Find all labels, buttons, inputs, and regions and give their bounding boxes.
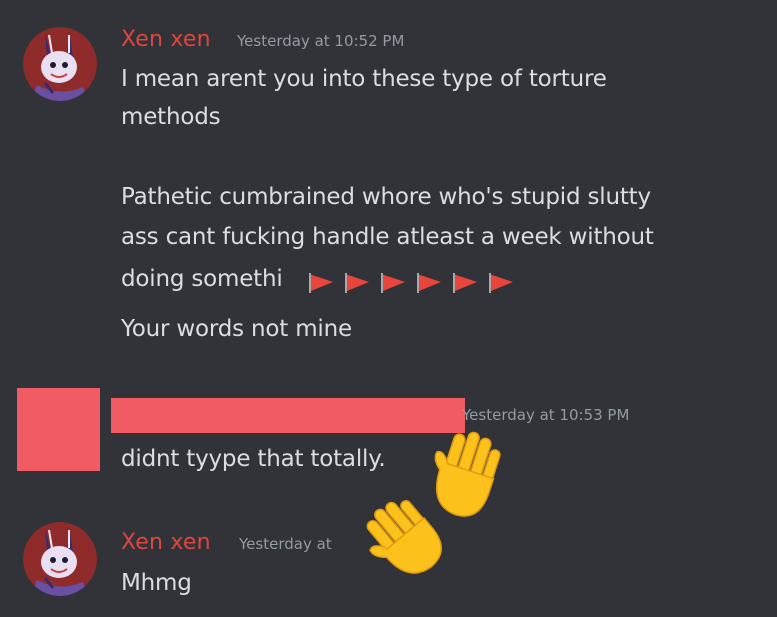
message-text-line: doing somethi — [121, 266, 283, 292]
username[interactable]: Xen xen — [121, 530, 211, 555]
red-flag-emoji-row — [307, 272, 515, 294]
red-flag-icon — [309, 273, 333, 293]
timestamp: Yesterday at 10:52 PM — [237, 32, 405, 50]
waving-hand-icon — [366, 500, 442, 574]
red-flag-icon — [489, 273, 513, 293]
red-flag-icon — [345, 273, 369, 293]
message-text-line: Your words not mine — [121, 316, 352, 342]
redacted-username — [111, 398, 465, 433]
message-text-line: I mean arent you into these type of tort… — [121, 66, 607, 92]
avatar[interactable] — [23, 522, 97, 596]
avatar-bunny-character-icon — [23, 522, 97, 596]
message-text-line: methods — [121, 104, 221, 130]
message-text-line: didnt tyype that totally. — [121, 446, 386, 472]
username[interactable]: Xen xen — [121, 27, 211, 52]
message-text-line: Pathetic cumbrained whore who's stupid s… — [121, 184, 651, 210]
redacted-avatar — [17, 388, 100, 471]
timestamp: Yesterday at 10:53 PM — [462, 406, 630, 424]
avatar-bunny-character-icon — [23, 27, 97, 101]
message-text-line: Mhmg — [121, 570, 192, 596]
red-flag-icon — [381, 273, 405, 293]
red-flag-icon — [417, 273, 441, 293]
timestamp: Yesterday at — [239, 535, 332, 553]
avatar[interactable] — [23, 27, 97, 101]
message-text-line: ass cant fucking handle atleast a week w… — [121, 224, 654, 250]
red-flag-icon — [453, 273, 477, 293]
